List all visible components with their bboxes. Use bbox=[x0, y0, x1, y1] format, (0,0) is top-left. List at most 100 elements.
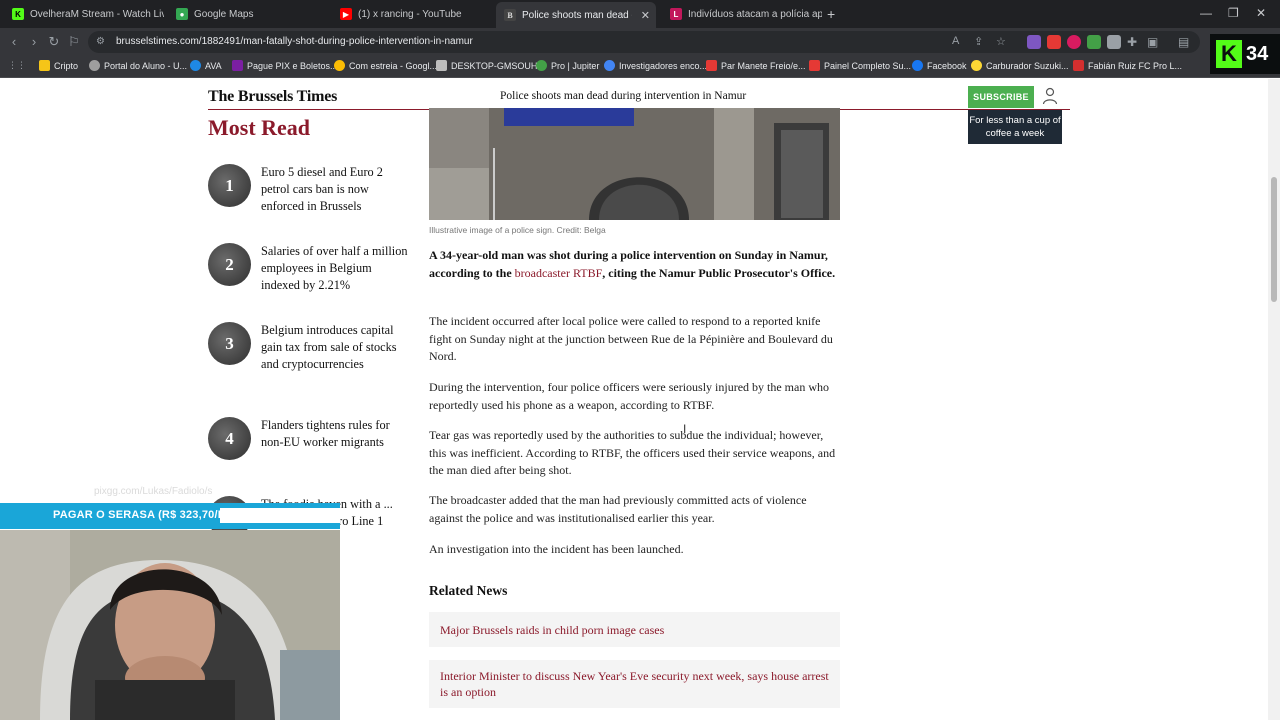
url-text: brusselstimes.com/1882491/man-fatally-sh… bbox=[116, 36, 473, 47]
kick-icon: K bbox=[12, 8, 24, 20]
tab-brussels-times[interactable]: B Police shoots man dead during ✕ bbox=[496, 2, 656, 28]
bookmark-item[interactable]: Par Manete Freio/e... bbox=[706, 60, 806, 71]
related-news-link[interactable]: Interior Minister to discuss New Year's … bbox=[429, 660, 840, 708]
most-read-link[interactable]: Salaries of over half a million employee… bbox=[261, 243, 411, 294]
close-tab-icon[interactable]: ✕ bbox=[641, 9, 650, 22]
letter-l-icon: L bbox=[670, 8, 682, 20]
bookmark-item[interactable]: Portal do Aluno - U... bbox=[89, 60, 187, 71]
tab-youtube[interactable]: ▶ (1) x rancing - YouTube bbox=[332, 4, 492, 24]
header-article-title: Police shoots man dead during interventi… bbox=[500, 90, 747, 102]
rtbf-link[interactable]: broadcaster RTBF bbox=[515, 266, 603, 280]
shop-icon bbox=[809, 60, 820, 71]
shop-icon bbox=[706, 60, 717, 71]
share-icon[interactable]: ⇪ bbox=[974, 35, 988, 49]
bookmark-item[interactable]: AVA bbox=[190, 60, 222, 71]
maps-pin-icon: ● bbox=[176, 8, 188, 20]
minimize-icon[interactable]: — bbox=[1200, 6, 1212, 20]
extension-icon[interactable] bbox=[1087, 35, 1101, 49]
facebook-icon bbox=[912, 60, 923, 71]
shop-icon bbox=[1073, 60, 1084, 71]
bookmark-item[interactable]: Com estreia - Googl... bbox=[334, 60, 437, 71]
bookmark-item[interactable]: Carburador Suzuki... bbox=[971, 60, 1069, 71]
article-paragraph: The broadcaster added that the man had p… bbox=[429, 493, 807, 525]
desktop-icon bbox=[436, 60, 447, 71]
extension-icon[interactable] bbox=[1047, 35, 1061, 49]
kick-logo-icon: K bbox=[1216, 40, 1242, 68]
article-lead: A 34-year-old man was shot during a poli… bbox=[429, 248, 836, 280]
tab-google-maps[interactable]: ● Google Maps bbox=[168, 4, 328, 24]
extension-icon[interactable] bbox=[1027, 35, 1041, 49]
related-news-heading: Related News bbox=[429, 583, 508, 598]
youtube-icon: ▶ bbox=[340, 8, 352, 20]
maximize-icon[interactable]: ❐ bbox=[1228, 6, 1239, 20]
extension-icon[interactable] bbox=[1067, 35, 1081, 49]
site-header: The Brussels Times Police shoots man dea… bbox=[208, 82, 1070, 110]
article-paragraph: During the intervention, four police off… bbox=[429, 380, 830, 412]
scrollbar-thumb[interactable] bbox=[1271, 177, 1277, 302]
bookmark-item[interactable]: Fabián Ruiz FC Pro L... bbox=[1073, 60, 1182, 71]
most-read-heading: Most Read bbox=[208, 115, 311, 140]
bookmark-item[interactable]: DESKTOP-GMSOUHF bbox=[436, 60, 543, 71]
article-paragraph: An investigation into the incident has b… bbox=[429, 542, 684, 556]
bookmark-item[interactable]: Painel Completo Su... bbox=[809, 60, 911, 71]
forward-icon[interactable]: › bbox=[26, 34, 42, 49]
tab-kick-stream[interactable]: K OvelheraM Stream - Watch Live o bbox=[4, 4, 164, 24]
article-thumbnail[interactable]: 2 bbox=[208, 243, 251, 286]
article-thumbnail[interactable]: 4 bbox=[208, 417, 251, 460]
translate-icon[interactable]: A bbox=[952, 35, 966, 49]
rank-number: 4 bbox=[225, 428, 234, 448]
site-info-icon[interactable]: ⚙ bbox=[96, 36, 108, 48]
google-drive-icon bbox=[334, 60, 345, 71]
bookmark-item[interactable]: Pro | Jupiter bbox=[536, 60, 599, 71]
ava-icon bbox=[190, 60, 201, 71]
tab-title: Indivíduos atacam a polícia após ma bbox=[688, 8, 822, 20]
article-thumbnail[interactable]: 3 bbox=[208, 322, 251, 365]
extension-icon[interactable] bbox=[1107, 35, 1121, 49]
bookmark-item[interactable]: Facebook bbox=[912, 60, 967, 71]
image-caption: Illustrative image of a police sign. Cre… bbox=[429, 225, 606, 235]
reload-icon[interactable]: ↻ bbox=[46, 34, 62, 50]
donation-goal-text: PAGAR O SERASA (R$ 323,70/R$ 500,00) bbox=[53, 509, 275, 521]
new-tab-button[interactable]: + bbox=[827, 6, 835, 22]
donation-url-watermark: pixgg.com/Lukas/Fadiolo/s bbox=[94, 486, 213, 497]
close-window-icon[interactable]: ✕ bbox=[1256, 6, 1266, 20]
bookmark-item[interactable]: Pague PIX e Boletos... bbox=[232, 60, 338, 71]
tab-title: OvelheraM Stream - Watch Live o bbox=[30, 8, 164, 20]
back-icon[interactable]: ‹ bbox=[6, 34, 22, 49]
brussels-times-icon: B bbox=[504, 9, 516, 21]
pix-icon bbox=[232, 60, 243, 71]
kick-viewer-badge: K 34 bbox=[1210, 34, 1280, 74]
rank-number: 3 bbox=[225, 333, 234, 353]
most-read-link[interactable]: Flanders tightens rules for non-EU worke… bbox=[261, 417, 411, 451]
tab-title: (1) x rancing - YouTube bbox=[358, 8, 462, 20]
tab-individuos[interactable]: L Indivíduos atacam a polícia após ma bbox=[662, 4, 822, 24]
webcam-feed bbox=[0, 530, 340, 720]
article-hero-image bbox=[429, 108, 840, 220]
bookmarks-bar: ⋮⋮ Cripto Portal do Aluno - U... AVA Pag… bbox=[0, 56, 1280, 78]
bookmark-page-icon[interactable]: ⚐ bbox=[66, 34, 82, 50]
rank-number: 1 bbox=[225, 175, 234, 195]
sidebar-icon[interactable]: ▣ bbox=[1147, 35, 1161, 49]
subscribe-button[interactable]: SUBSCRIBE bbox=[968, 86, 1034, 108]
bookmark-item[interactable]: Investigadores enco... bbox=[604, 60, 707, 71]
reading-list-icon[interactable]: ▤ bbox=[1178, 35, 1192, 49]
police-sign-photo bbox=[429, 108, 840, 220]
subscribe-tooltip: For less than a cup of coffee a week bbox=[968, 110, 1062, 144]
user-account-icon[interactable] bbox=[1042, 87, 1058, 105]
tab-title: Google Maps bbox=[194, 8, 254, 20]
bookmark-item[interactable]: Cripto bbox=[39, 60, 78, 71]
streamer-webcam bbox=[0, 530, 340, 720]
apps-icon[interactable]: ⋮⋮ bbox=[8, 60, 26, 71]
star-icon[interactable]: ☆ bbox=[996, 35, 1010, 49]
viewer-count: 34 bbox=[1246, 42, 1269, 65]
most-read-link[interactable]: Euro 5 diesel and Euro 2 petrol cars ban… bbox=[261, 164, 411, 215]
article-thumbnail[interactable]: 1 bbox=[208, 164, 251, 207]
most-read-link[interactable]: Belgium introduces capital gain tax from… bbox=[261, 322, 411, 373]
address-bar-row: ‹ › ↻ ⚐ ⚙ brusselstimes.com/1882491/man-… bbox=[0, 28, 1280, 56]
related-news-link[interactable]: Major Brussels raids in child porn image… bbox=[429, 612, 840, 647]
page-scrollbar[interactable] bbox=[1268, 79, 1280, 720]
puzzle-icon[interactable]: ✚ bbox=[1127, 35, 1141, 49]
site-logo[interactable]: The Brussels Times bbox=[208, 88, 337, 106]
folder-icon bbox=[39, 60, 50, 71]
tab-title: Police shoots man dead during bbox=[522, 9, 632, 21]
